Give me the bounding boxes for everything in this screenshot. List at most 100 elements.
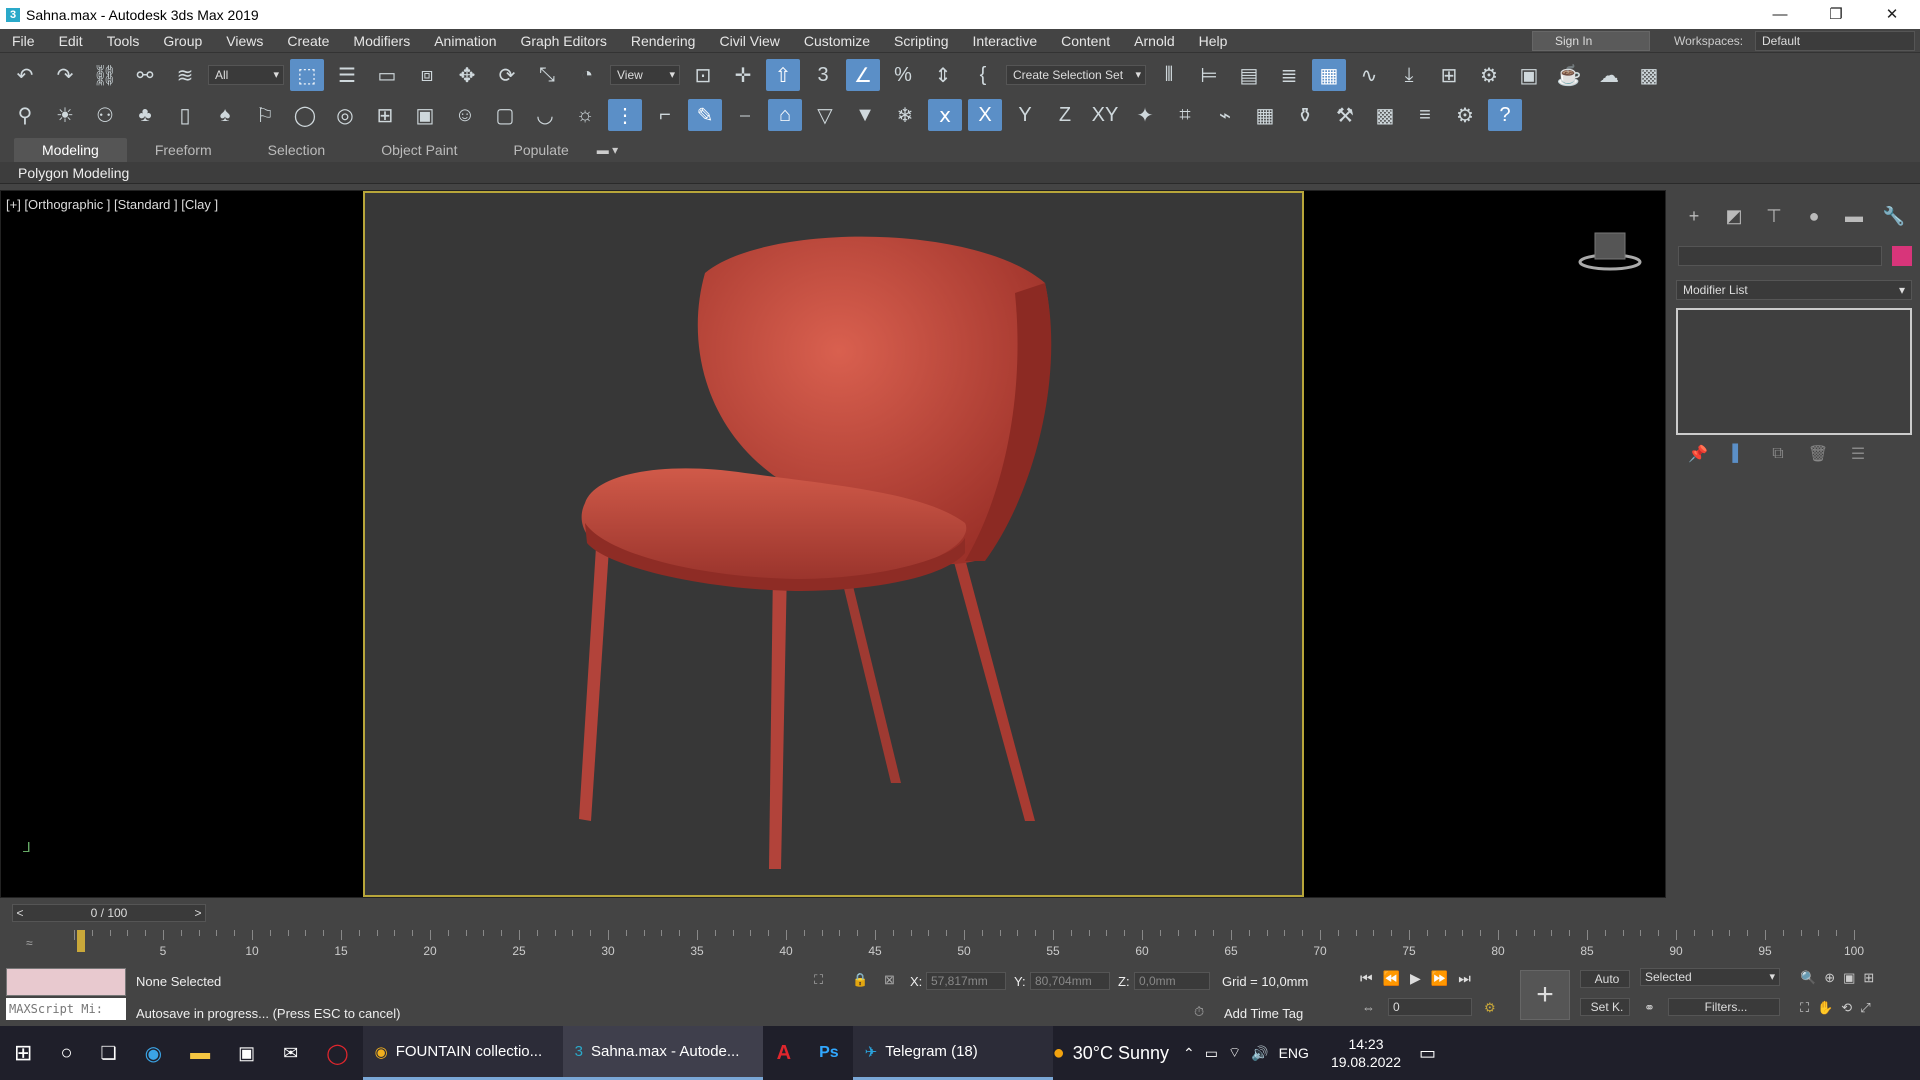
transform-gizmo-icon[interactable]: ✦: [1128, 99, 1162, 131]
notifications-icon[interactable]: ▭: [1419, 1043, 1436, 1064]
zoom-all-icon[interactable]: ⊕: [1824, 970, 1835, 986]
scene-explorer-icon[interactable]: ▤: [1232, 59, 1266, 91]
wrench-tool-icon[interactable]: ⚒: [1328, 99, 1362, 131]
object-name-field[interactable]: [1678, 246, 1882, 266]
menu-edit[interactable]: Edit: [47, 29, 95, 53]
rect-selection-icon[interactable]: ▭: [370, 59, 404, 91]
menu-views[interactable]: Views: [214, 29, 275, 53]
menu-animation[interactable]: Animation: [422, 29, 508, 53]
sun-icon[interactable]: ☀: [48, 99, 82, 131]
render-production-icon[interactable]: ☕: [1552, 59, 1586, 91]
selection-swatch[interactable]: [6, 968, 126, 996]
crowd-icon[interactable]: ⚇: [88, 99, 122, 131]
menu-graph-editors[interactable]: Graph Editors: [508, 29, 618, 53]
constraint-xy-icon[interactable]: XY: [1088, 99, 1122, 131]
reference-coord-dropdown[interactable]: View: [610, 65, 680, 85]
scale-icon[interactable]: ⤡: [530, 59, 564, 91]
menu-rendering[interactable]: Rendering: [619, 29, 708, 53]
play-icon[interactable]: ▶: [1410, 970, 1421, 987]
show-end-result-icon[interactable]: ▌: [1718, 445, 1758, 463]
minimize-button[interactable]: —: [1752, 0, 1808, 29]
menu-content[interactable]: Content: [1049, 29, 1122, 53]
a360-render-icon[interactable]: ▩: [1632, 59, 1666, 91]
menu-modifiers[interactable]: Modifiers: [341, 29, 422, 53]
plane-icon[interactable]: ⊞: [368, 99, 402, 131]
constraint-x-icon[interactable]: X: [968, 99, 1002, 131]
select-object-icon[interactable]: ⬚: [290, 59, 324, 91]
filters-button[interactable]: Filters...: [1668, 998, 1780, 1016]
store-icon[interactable]: ▣: [224, 1026, 269, 1080]
cloth-icon[interactable]: ⌁: [1208, 99, 1242, 131]
menu-civil-view[interactable]: Civil View: [707, 29, 791, 53]
curve-editor-icon[interactable]: ∿: [1352, 59, 1386, 91]
chair-model[interactable]: [365, 193, 1302, 895]
tab-object-paint[interactable]: Object Paint: [353, 138, 485, 162]
snap-vertex-icon[interactable]: ✎: [688, 99, 722, 131]
frame-icon[interactable]: ▢: [488, 99, 522, 131]
window-crossing-icon[interactable]: ⧈: [410, 59, 444, 91]
align-icon[interactable]: ⊨: [1192, 59, 1226, 91]
stack-icon[interactable]: ≡: [1408, 99, 1442, 131]
menu-scripting[interactable]: Scripting: [882, 29, 960, 53]
go-to-end-icon[interactable]: ⏭: [1458, 970, 1471, 987]
mirror-icon[interactable]: ⫴: [1152, 59, 1186, 91]
edge-icon[interactable]: ◉: [131, 1026, 176, 1080]
prev-frame-icon[interactable]: ⏪: [1383, 970, 1400, 987]
foliage-icon[interactable]: ♣: [128, 99, 162, 131]
y-coordinate-field[interactable]: 80,704mm: [1030, 972, 1110, 990]
photoshop-icon[interactable]: Ps: [805, 1026, 853, 1080]
material-editor-icon[interactable]: ⊞: [1432, 59, 1466, 91]
edit-named-sets-icon[interactable]: {: [966, 59, 1000, 91]
sign-in-dropdown[interactable]: Sign In: [1532, 31, 1650, 51]
menu-group[interactable]: Group: [151, 29, 214, 53]
restore-button[interactable]: ❐: [1808, 0, 1864, 29]
zoom-icon[interactable]: 🔍: [1800, 970, 1816, 986]
language-indicator[interactable]: ENG: [1279, 1045, 1309, 1061]
auto-key-button[interactable]: Auto: [1580, 970, 1630, 988]
hierarchy-tab-icon[interactable]: ⊤: [1754, 206, 1794, 227]
next-frame-icon[interactable]: ⏩: [1431, 970, 1448, 987]
camera-icon[interactable]: ⌗: [1168, 99, 1202, 131]
manipulate-icon[interactable]: ✛: [726, 59, 760, 91]
redo-icon[interactable]: ↷: [48, 59, 82, 91]
taskbar-chrome[interactable]: ◉ FOUNTAIN collectio...: [362, 1026, 563, 1080]
display-tab-icon[interactable]: ▬: [1834, 206, 1874, 227]
lock-icon[interactable]: 🔒: [852, 972, 868, 988]
z-coordinate-field[interactable]: 0,0mm: [1134, 972, 1210, 990]
track-bar[interactable]: 5 10 15 20 25 30 35 40 45 50 55 60 65 70 75 80 85 90 95 100: [74, 930, 1864, 960]
angle-snap-icon[interactable]: ∠: [846, 59, 880, 91]
schematic-view-icon[interactable]: ⤓: [1392, 59, 1426, 91]
percent-snap-icon[interactable]: %: [886, 59, 920, 91]
grid-icon[interactable]: ▦: [1248, 99, 1282, 131]
isolate-icon[interactable]: ⛶: [814, 972, 823, 988]
tray-chevron-icon[interactable]: ⌃: [1183, 1045, 1195, 1062]
pot-icon[interactable]: ⚱: [1288, 99, 1322, 131]
ribbon-options-icon[interactable]: ▬ ▾: [597, 143, 618, 157]
viewport-label[interactable]: [+] [Orthographic ] [Standard ] [Clay ]: [6, 197, 218, 212]
torus-icon[interactable]: ◯: [288, 99, 322, 131]
mail-icon[interactable]: ✉: [269, 1026, 312, 1080]
bulb-icon[interactable]: ☼: [568, 99, 602, 131]
checker-icon[interactable]: ▩: [1368, 99, 1402, 131]
snowflake-icon[interactable]: ❄: [888, 99, 922, 131]
tree-icon[interactable]: ♠: [208, 99, 242, 131]
book-icon[interactable]: ▯: [168, 99, 202, 131]
set-key-big-button[interactable]: +: [1520, 970, 1570, 1020]
time-next-button[interactable]: >: [191, 905, 205, 921]
box-icon[interactable]: ▣: [408, 99, 442, 131]
pivot-icon[interactable]: ⊡: [686, 59, 720, 91]
constraint-z-icon[interactable]: Z: [1048, 99, 1082, 131]
menu-interactive[interactable]: Interactive: [961, 29, 1050, 53]
taskbar-telegram[interactable]: ✈ Telegram (18): [852, 1026, 1053, 1080]
snap-edge-icon[interactable]: ⎯: [728, 99, 762, 131]
search-icon[interactable]: ○: [46, 1026, 86, 1080]
light-icon[interactable]: ⚲: [8, 99, 42, 131]
x-coordinate-field[interactable]: 57,817mm: [926, 972, 1006, 990]
modify-tab-icon[interactable]: ◩: [1714, 206, 1754, 227]
pan-icon[interactable]: ✋: [1817, 1000, 1833, 1016]
render-iterative-icon[interactable]: ☁: [1592, 59, 1626, 91]
key-mode-icon[interactable]: ⇔: [1362, 1000, 1375, 1015]
viewport[interactable]: [+] [Orthographic ] [Standard ] [Clay ]: [0, 190, 1666, 898]
grid-snap-icon[interactable]: ⋮: [608, 99, 642, 131]
curve-editor-mini-icon[interactable]: ≈: [26, 936, 33, 950]
